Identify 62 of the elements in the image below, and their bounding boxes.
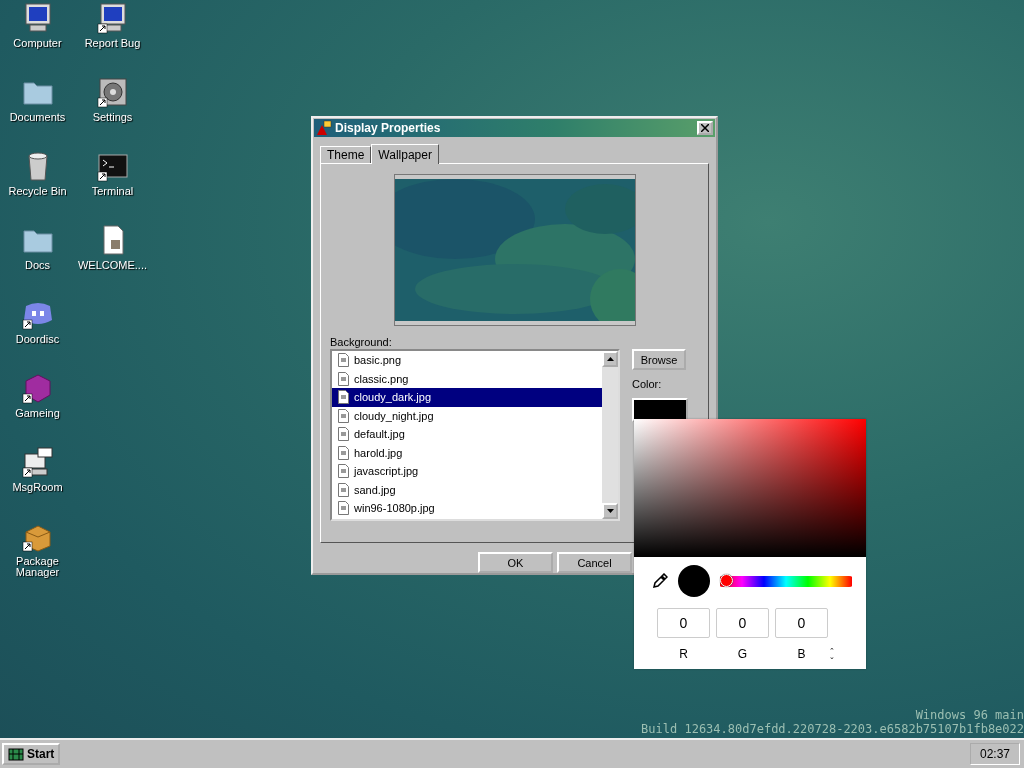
saturation-area[interactable] [634,419,866,557]
icon-label[interactable]: MsgRoom [12,482,63,493]
icon-label[interactable]: Recycle Bin [8,186,67,197]
icon-label[interactable]: WELCOME.... [77,260,148,271]
image-file-icon [338,371,349,386]
up-arrow-icon [606,357,614,362]
list-item[interactable]: basic.png [332,351,602,370]
list-item[interactable]: sand.jpg [332,480,602,500]
tab[interactable]: Wallpaper [371,144,439,165]
icon-label[interactable]: Settings [92,112,133,123]
background-label: Background: [330,336,393,349]
window-title: Display Properties [335,120,442,135]
image-file-icon [338,427,349,442]
start-icon [8,747,24,761]
image-file-icon [338,408,349,423]
color-preview [678,565,710,597]
hue-slider[interactable] [720,573,852,589]
icon-label[interactable]: Doordisc [15,334,60,345]
icon-label[interactable]: Computer [13,38,62,49]
icon-label[interactable]: Documents [9,112,66,123]
dialog-button[interactable]: Cancel [557,552,632,573]
image-file-icon [338,482,349,497]
icon-label[interactable]: Docs [24,260,51,271]
color-swatch[interactable] [632,398,688,423]
scroll-up-button[interactable] [602,351,618,368]
list-item[interactable]: cloudy_night.jpg [332,406,602,426]
list-item[interactable]: cloudy_dark.jpg [332,388,602,407]
hue-thumb[interactable] [720,573,733,587]
list-item[interactable]: classic.png [332,369,602,389]
dialog-button[interactable]: OK [478,552,553,573]
build-info: Build 12634.80d7efdd.220728-2203.e6582b75107b1fb8e022 [641,722,1024,736]
list-item[interactable]: default.jpg [332,425,602,444]
display-icon [316,119,332,136]
image-file-icon [338,353,349,368]
image-file-icon [338,390,349,405]
icon-label[interactable]: Gameing [15,408,60,419]
channel-field[interactable]: 0 [716,608,769,638]
down-arrow-icon [606,509,614,514]
browse-button[interactable]: Browse [632,349,686,371]
scroll-down-button[interactable] [602,503,618,520]
list-item[interactable]: javascript.jpg [332,462,602,481]
clock: 02:37 [969,743,1020,765]
icon-label[interactable]: Terminal [91,186,134,197]
color-label: Color: [632,378,663,391]
channel-label: G [736,647,749,661]
channel-field[interactable]: 0 [657,608,710,638]
tab[interactable]: Theme [320,146,372,164]
close-icon [701,123,709,132]
icon-label[interactable]: Package Manager [0,556,75,578]
icon-label[interactable]: Report Bug [84,38,141,49]
image-file-icon [338,464,349,479]
build-info: Windows 96 main [915,708,1024,722]
list-item[interactable]: harold.jpg [332,443,602,463]
channel-label: R [678,647,689,661]
close-button[interactable] [697,120,713,135]
channel-field[interactable]: 0 [775,608,828,638]
channel-label: B [796,647,807,661]
start-button[interactable]: Start [2,743,61,765]
scrollbar[interactable] [602,351,618,520]
list-item[interactable]: win96-1080p.jpg [332,499,602,518]
image-file-icon [338,445,349,460]
image-file-icon [338,501,349,516]
